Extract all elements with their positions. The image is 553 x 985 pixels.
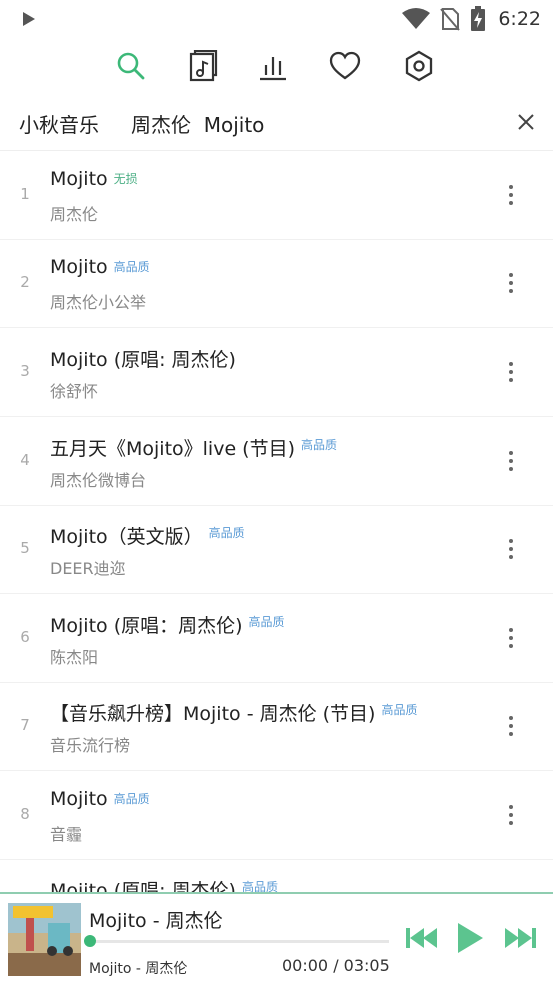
song-row[interactable]: 5 Mojito（英文版） 高品质 DEER迪迩 [0,505,553,594]
mini-player: Mojito - 周杰伦 Mojito - 周杰伦 00:00 / 03:05 [0,892,553,985]
song-artist: 徐舒怀 [50,382,99,401]
song-artist: 音乐流行榜 [50,736,131,755]
quality-badge: 无损 [113,172,138,186]
quality-badge: 高品质 [113,260,150,274]
progress-track[interactable] [89,940,389,943]
song-row[interactable]: 1 Mojito 无损 周杰伦 [0,151,553,240]
more-options-button[interactable] [499,449,523,473]
song-row[interactable]: 3 Mojito (原唱: 周杰伦) 徐舒怀 [0,328,553,417]
song-title: Mojito（英文版） [50,526,203,548]
quality-badge: 高品质 [248,615,285,629]
quality-badge: 高品质 [113,792,150,806]
equalizer-icon [260,57,286,81]
song-artist: 周杰伦微博台 [50,471,147,490]
song-title: 五月天《Mojito》live (节目) [50,438,296,460]
track-number: 5 [20,539,30,557]
song-title: 【音乐飙升榜】Mojito - 周杰伦 (节目) [50,703,376,725]
status-time: 6:22 [498,8,541,30]
track-number: 4 [20,451,30,469]
quality-badge: 高品质 [301,438,338,452]
track-number: 8 [20,805,30,823]
title-line: Mojito (原唱: 周杰伦) [50,345,236,372]
now-playing-subtitle: Mojito - 周杰伦 [89,961,188,977]
search-icon [117,52,145,80]
song-title: Mojito (原唱: 周杰伦) [50,349,236,371]
song-title: Mojito (原唱: 周杰伦) [50,880,236,892]
search-button[interactable] [111,46,151,86]
more-options-button[interactable] [499,537,523,561]
song-artist: 周杰伦小公举 [50,293,147,312]
song-title: Mojito [50,256,108,278]
song-row[interactable]: Mojito (原唱: 周杰伦) 高品质 [0,859,553,892]
playback-time: 00:00 / 03:05 [282,956,390,975]
progress-handle[interactable] [84,935,96,947]
song-row[interactable]: 4 五月天《Mojito》live (节目) 高品质 周杰伦微博台 [0,417,553,506]
media-playing-icon [23,12,35,26]
previous-icon [406,928,437,948]
play-icon [458,923,483,953]
more-options-button[interactable] [499,183,523,207]
status-bar: 6:22 [0,0,553,38]
next-icon [505,928,536,948]
title-line: Mojito（英文版） 高品质 [50,522,245,549]
no-sim-icon [440,8,461,31]
more-options-button[interactable] [499,271,523,295]
song-row[interactable]: 7 【音乐飙升榜】Mojito - 周杰伦 (节目) 高品质 音乐流行榜 [0,682,553,771]
quality-badge: 高品质 [241,880,278,892]
song-title: Mojito (原唱：周杰伦) [50,615,243,637]
track-number: 6 [20,628,30,646]
song-row[interactable]: 2 Mojito 高品质 周杰伦小公举 [0,239,553,328]
title-line: 【音乐飙升榜】Mojito - 周杰伦 (节目) 高品质 [50,699,417,726]
track-number: 3 [20,362,30,380]
next-button[interactable] [502,920,538,956]
song-row[interactable]: 6 Mojito (原唱：周杰伦) 高品质 陈杰阳 [0,594,553,683]
track-number: 2 [20,273,30,291]
song-title: Mojito [50,788,108,810]
more-options-button[interactable] [499,803,523,827]
song-list: 1 Mojito 无损 周杰伦 2 Mojito 高品质 周杰伦小公举 3 Mo… [0,151,553,892]
heart-icon [329,51,361,80]
local-music-button[interactable] [183,46,223,86]
song-artist: 周杰伦 [50,205,99,224]
title-line: Mojito 无损 [50,168,138,190]
song-row[interactable]: 8 Mojito 高品质 音霾 [0,771,553,860]
track-number: 1 [20,185,30,203]
battery-charging-icon [471,6,486,31]
title-line: Mojito (原唱：周杰伦) 高品质 [50,611,285,638]
close-icon[interactable] [513,109,539,135]
top-toolbar [0,40,553,92]
favorites-button[interactable] [325,46,365,86]
song-title: Mojito [50,168,108,190]
title-line: Mojito 高品质 [50,256,150,278]
settings-icon [405,50,433,82]
play-button[interactable] [452,920,488,956]
wifi-icon [402,8,431,29]
album-art[interactable] [8,903,81,976]
search-query[interactable]: 周杰伦 Mojito [131,109,264,138]
song-artist: 陈杰阳 [50,648,99,667]
app-name: 小秋音乐 [19,113,99,137]
settings-button[interactable] [399,46,439,86]
search-bar: 小秋音乐 周杰伦 Mojito [0,96,553,151]
title-line: Mojito (原唱: 周杰伦) 高品质 [50,876,278,892]
more-options-button[interactable] [499,360,523,384]
charts-button[interactable] [253,46,293,86]
more-options-button[interactable] [499,626,523,650]
title-line: Mojito 高品质 [50,788,150,810]
music-file-icon [189,50,218,82]
quality-badge: 高品质 [381,703,418,717]
title-line: 五月天《Mojito》live (节目) 高品质 [50,434,337,461]
previous-button[interactable] [404,920,440,956]
more-options-button[interactable] [499,714,523,738]
quality-badge: 高品质 [208,526,245,540]
song-artist: DEER迪迩 [50,559,126,578]
track-number: 7 [20,716,30,734]
now-playing-title: Mojito - 周杰伦 [89,910,223,932]
song-artist: 音霾 [50,825,83,844]
